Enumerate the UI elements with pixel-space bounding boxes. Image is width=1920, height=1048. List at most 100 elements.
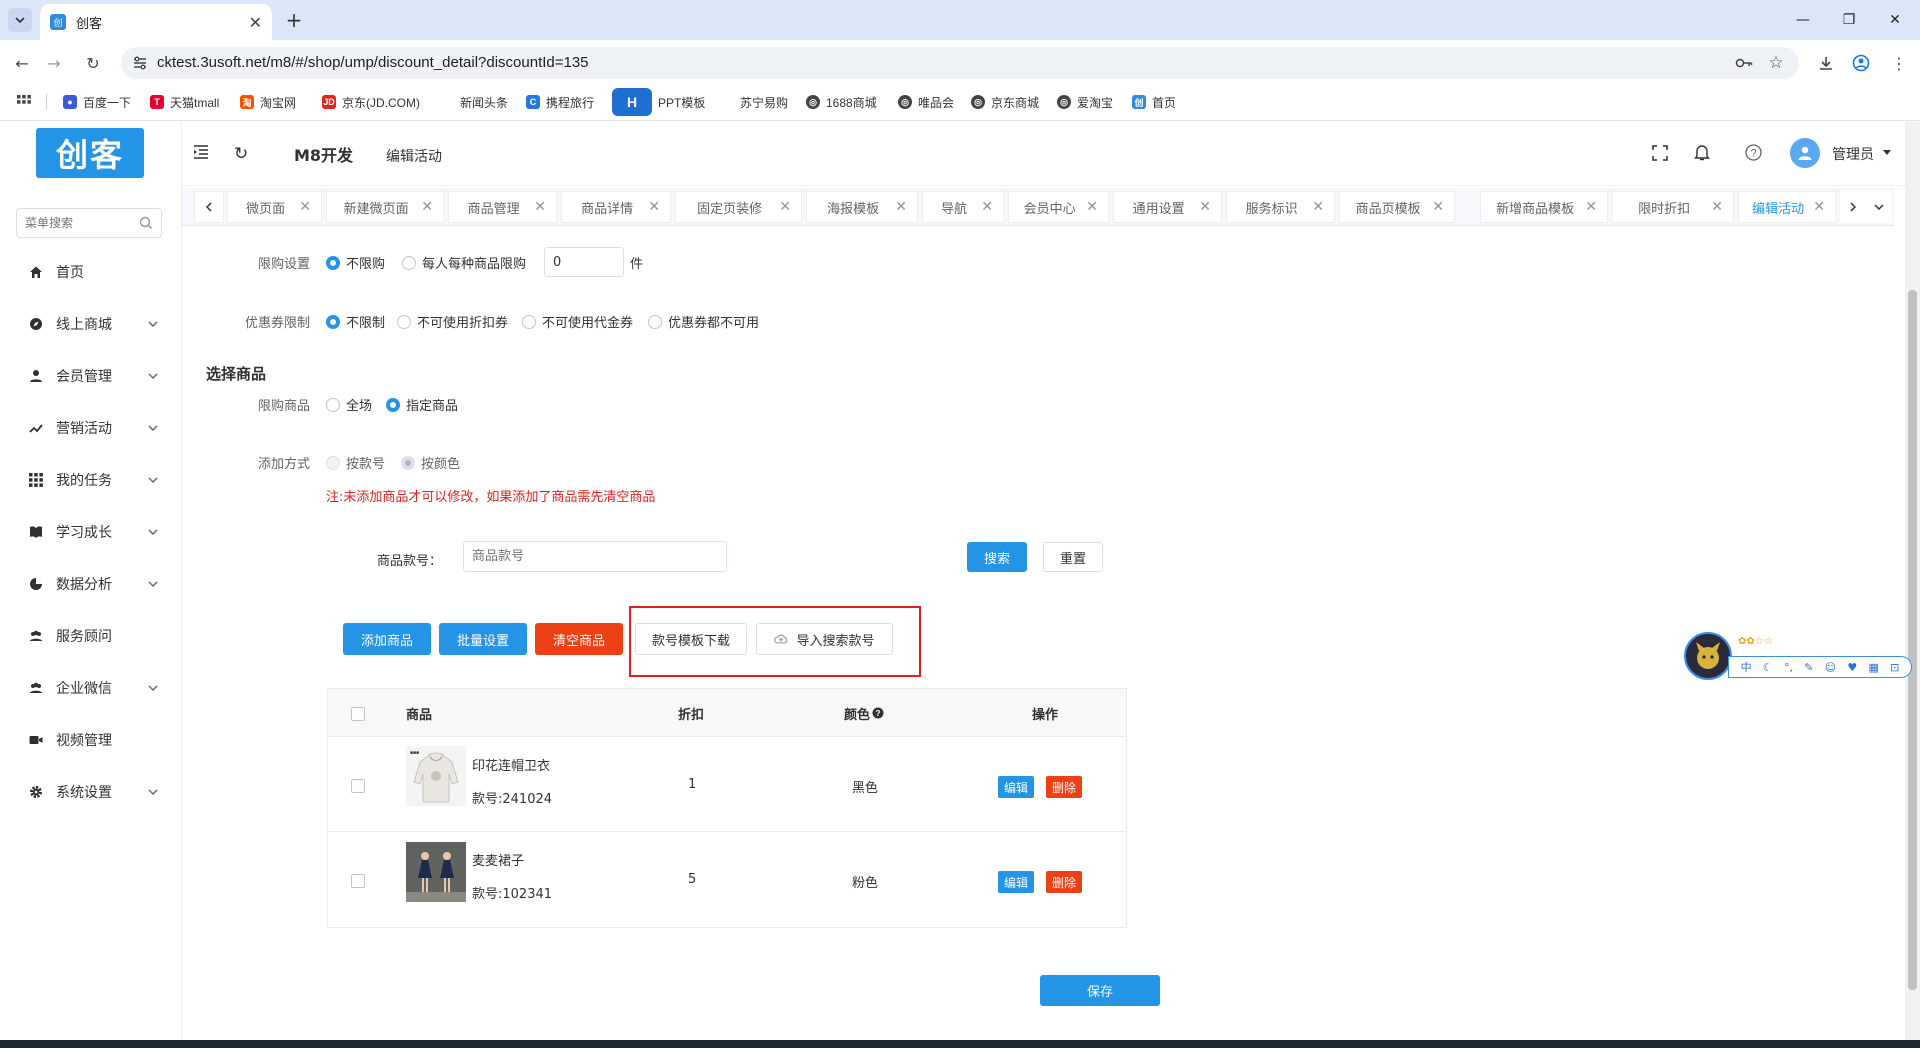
close-icon[interactable]: ✕ <box>779 199 791 215</box>
close-icon[interactable]: ✕ <box>421 199 433 215</box>
close-icon[interactable]: ✕ <box>1813 199 1825 215</box>
bookmark-baidu[interactable]: ● 百度一下 <box>63 92 131 112</box>
close-icon[interactable]: ✕ <box>1086 199 1098 215</box>
sidebar-item-marketing[interactable]: 营销活动 <box>0 402 182 454</box>
row-checkbox[interactable] <box>351 874 365 888</box>
clear-goods-button[interactable]: 清空商品 <box>535 623 623 655</box>
bookmark-news[interactable]: 新闻头条 <box>460 92 508 112</box>
row-checkbox[interactable] <box>351 779 365 793</box>
punctuation-icon[interactable]: °, <box>1784 661 1793 674</box>
url-text[interactable]: cktest.3usoft.net/m8/#/shop/ump/discount… <box>157 54 589 71</box>
close-icon[interactable]: ✕ <box>895 199 907 215</box>
bell-icon[interactable] <box>1694 144 1710 161</box>
forward-button[interactable]: → <box>41 50 67 76</box>
bookmark-star-icon[interactable]: ☆ <box>1765 52 1787 74</box>
bookmark-aitaobao[interactable]: ◎ 爱淘宝 <box>1057 92 1113 112</box>
reload-button[interactable]: ↻ <box>80 50 106 76</box>
sidebar-item-settings[interactable]: 系统设置 <box>0 766 182 818</box>
sidebar-item-advisors[interactable]: 服务顾问 <box>0 610 182 662</box>
ime-floating-toolbar[interactable]: ✿✿☆☆ 中 ☾ °, ✎ ☺ ♥ ▦ ⊡ <box>1684 632 1912 682</box>
tag-edit-activity[interactable]: 编辑活动 ✕ <box>1738 191 1836 223</box>
coupon-none-radio[interactable]: 优惠券都不可用 <box>648 312 759 331</box>
sku-template-download-button[interactable]: 款号模板下载 <box>635 623 747 655</box>
tag-flash-discount[interactable]: 限时折扣 ✕ <box>1612 191 1734 223</box>
fullscreen-icon[interactable] <box>1652 145 1668 161</box>
ime-toolbar[interactable]: 中 ☾ °, ✎ ☺ ♥ ▦ ⊡ <box>1728 656 1912 678</box>
more-menu-icon[interactable]: ⋮ <box>1888 52 1910 74</box>
close-icon[interactable]: ✕ <box>299 199 311 215</box>
user-name-dropdown[interactable]: 管理员 <box>1832 144 1874 164</box>
coupon-no-discount-radio[interactable]: 不可使用折扣券 <box>397 312 508 331</box>
browser-tab-active[interactable]: 创 创客 ✕ <box>40 4 272 40</box>
tags-dropdown-button[interactable] <box>1866 191 1892 223</box>
bookmark-1688[interactable]: ◎ 1688商城 <box>806 92 877 112</box>
coupon-no-voucher-radio[interactable]: 不可使用代金券 <box>522 312 633 331</box>
moon-icon[interactable]: ☾ <box>1763 661 1773 674</box>
close-icon[interactable]: ✕ <box>1312 199 1324 215</box>
limit-per-person-radio[interactable]: 每人每种商品限购 <box>402 253 526 272</box>
close-icon[interactable]: ✕ <box>1711 199 1723 215</box>
tag-fixed-page-decor[interactable]: 固定页装修 ✕ <box>675 191 802 223</box>
reset-button[interactable]: 重置 <box>1043 542 1103 572</box>
close-icon[interactable]: ✕ <box>648 199 660 215</box>
batch-settings-button[interactable]: 批量设置 <box>439 623 527 655</box>
bookmark-taobao[interactable]: 淘淘宝网 <box>240 92 296 112</box>
ime-chinese-mode-icon[interactable]: 中 <box>1741 659 1752 675</box>
tag-new-goods-template[interactable]: 新增商品模板 ✕ <box>1480 191 1608 223</box>
sidebar-item-online-mall[interactable]: 线上商城 <box>0 298 182 350</box>
minimize-button[interactable]: — <box>1780 0 1826 40</box>
bookmark-ppt[interactable]: H PPT模板 <box>612 88 705 116</box>
avatar[interactable] <box>1790 138 1820 168</box>
smiley-icon[interactable]: ☺ <box>1825 661 1836 674</box>
wrench-icon[interactable]: ✎ <box>1804 661 1813 674</box>
goods-specified-radio[interactable]: 指定商品 <box>386 395 458 414</box>
caret-down-icon[interactable] <box>1883 150 1891 155</box>
tag-new-micro-page[interactable]: 新建微页面 ✕ <box>326 191 444 223</box>
save-button[interactable]: 保存 <box>1040 975 1160 1006</box>
tags-scroll-right-button[interactable] <box>1840 191 1866 223</box>
profile-icon[interactable] <box>1850 52 1872 74</box>
bookmark-jd-mall[interactable]: ◎ 京东商城 <box>971 92 1039 112</box>
site-info-icon[interactable] <box>131 54 149 72</box>
select-all-checkbox[interactable] <box>351 707 365 721</box>
apps-grid-icon[interactable] <box>17 92 31 112</box>
tag-service-badge[interactable]: 服务标识 ✕ <box>1226 191 1335 223</box>
bookmark-suning[interactable]: 苏宁易购 <box>740 92 788 112</box>
tag-micro-page[interactable]: 微页面 ✕ <box>227 191 322 223</box>
add-goods-button[interactable]: 添加商品 <box>343 623 431 655</box>
back-button[interactable]: ← <box>9 50 35 76</box>
password-key-icon[interactable] <box>1733 52 1755 74</box>
close-icon[interactable]: ✕ <box>534 199 546 215</box>
lock-icon[interactable]: ⊡ <box>1890 661 1899 674</box>
sidebar-item-learning[interactable]: 学习成长 <box>0 506 182 558</box>
bookmark-home[interactable]: 创首页 <box>1132 92 1176 112</box>
close-tab-icon[interactable]: ✕ <box>249 13 262 32</box>
limit-quantity-input[interactable] <box>544 247 624 277</box>
delete-button[interactable]: 删除 <box>1046 871 1083 893</box>
download-icon[interactable] <box>1815 52 1837 74</box>
delete-button[interactable]: 删除 <box>1046 776 1083 798</box>
goods-all-radio[interactable]: 全场 <box>326 395 372 414</box>
bookmark-vip[interactable]: ◎ 唯品会 <box>898 92 954 112</box>
tags-scroll-left-button[interactable] <box>194 191 224 223</box>
tag-goods-management[interactable]: 商品管理 ✕ <box>448 191 557 223</box>
close-icon[interactable]: ✕ <box>1432 199 1444 215</box>
limit-unlimited-radio[interactable]: 不限购 <box>326 253 385 272</box>
bookmark-jd[interactable]: JD 京东(JD.COM) <box>322 92 420 112</box>
import-sku-button[interactable]: 导入搜索款号 <box>756 623 893 655</box>
tag-general-settings[interactable]: 通用设置 ✕ <box>1113 191 1222 223</box>
sidebar-item-members[interactable]: 会员管理 <box>0 350 182 402</box>
tag-poster-template[interactable]: 海报模板 ✕ <box>806 191 918 223</box>
question-circle-icon[interactable]: ? <box>872 707 884 719</box>
sidebar-item-analytics[interactable]: 数据分析 <box>0 558 182 610</box>
bookmark-ctrip[interactable]: C 携程旅行 <box>526 92 594 112</box>
edit-button[interactable]: 编辑 <box>998 776 1035 798</box>
add-by-sku-radio[interactable]: 按款号 <box>326 453 385 472</box>
coupon-no-limit-radio[interactable]: 不限制 <box>326 312 385 331</box>
sidebar-item-home[interactable]: 首页 <box>0 246 182 298</box>
add-by-color-radio[interactable]: 按颜色 <box>401 453 460 472</box>
bookmark-tmall[interactable]: T 天猫tmall <box>150 92 219 112</box>
close-icon[interactable]: ✕ <box>1585 199 1597 215</box>
new-tab-button[interactable]: + <box>282 8 306 32</box>
tag-goods-page-template[interactable]: 商品页模板 ✕ <box>1339 191 1455 223</box>
